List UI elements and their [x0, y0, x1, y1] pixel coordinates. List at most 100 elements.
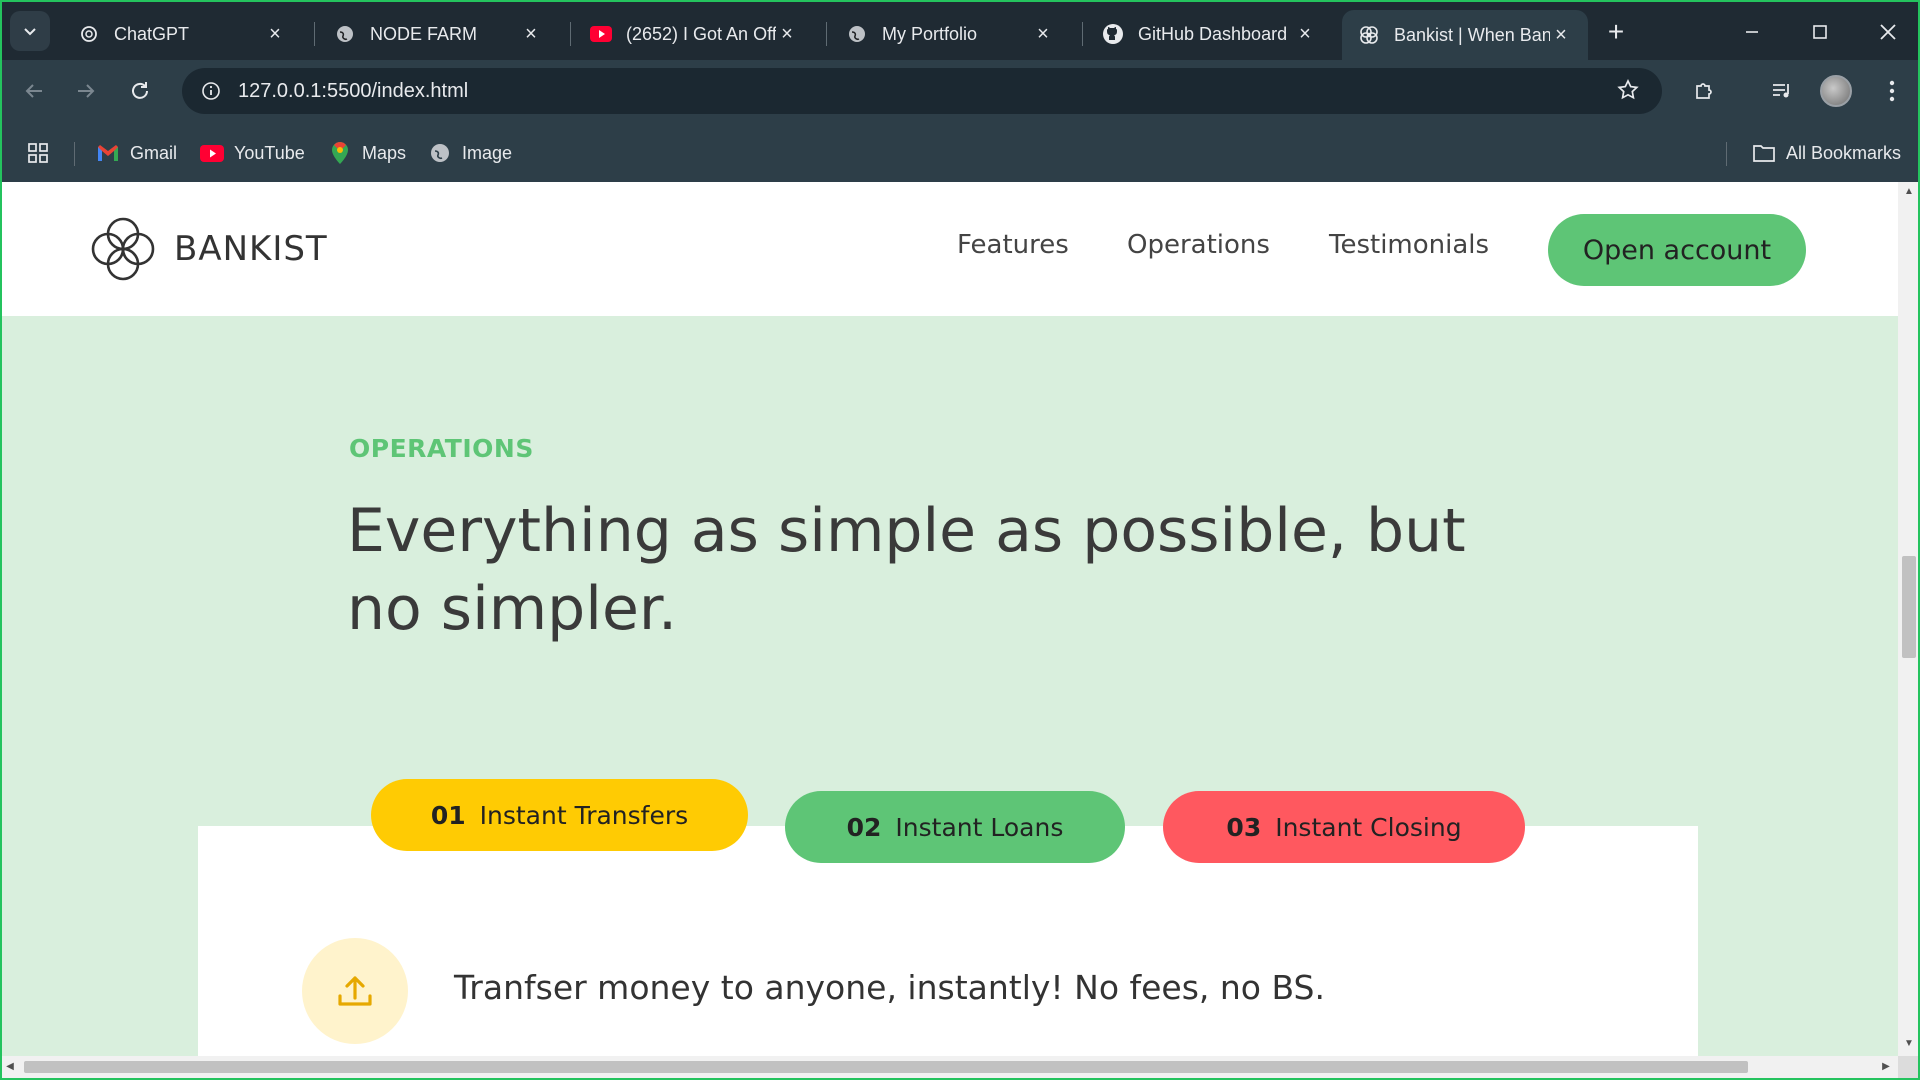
tab-divider	[570, 22, 571, 46]
horizontal-scrollbar[interactable]: ◀ ▶	[0, 1056, 1898, 1078]
section-label: OPERATIONS	[349, 434, 534, 463]
reload-icon	[132, 82, 148, 99]
tab-youtube-video[interactable]: (2652) I Got An Offer ×	[574, 10, 814, 58]
scroll-right-arrow[interactable]: ▶	[1880, 1061, 1892, 1073]
tab-title: NODE FARM	[370, 23, 478, 44]
youtube-icon	[200, 141, 224, 165]
operations-tab-loans[interactable]: 02 Instant Loans	[785, 791, 1125, 863]
operation-icon-circle	[302, 938, 408, 1044]
tab-number: 02	[846, 812, 882, 842]
vertical-scroll-thumb[interactable]	[1902, 556, 1916, 658]
tab-bankist[interactable]: Bankist | When Banking ×	[1342, 10, 1588, 60]
bookmark-label: Maps	[362, 142, 407, 163]
close-icon[interactable]: ×	[520, 23, 542, 45]
operations-tab-transfers[interactable]: 01 Instant Transfers	[371, 779, 748, 851]
scroll-up-arrow[interactable]: ▲	[1903, 186, 1915, 198]
tab-node-farm[interactable]: NODE FARM ×	[318, 10, 558, 58]
close-icon[interactable]: ×	[264, 23, 286, 45]
close-icon[interactable]: ×	[1550, 24, 1572, 46]
playlist-icon	[1773, 84, 1789, 98]
github-icon	[1102, 23, 1124, 45]
tab-my-portfolio[interactable]: My Portfolio ×	[830, 10, 1070, 58]
puzzle-icon	[1696, 83, 1712, 99]
bookmark-label: Image	[462, 142, 513, 163]
nav-link-features[interactable]: Features	[957, 230, 1069, 260]
tab-title: GitHub Dashboard	[1138, 23, 1288, 44]
bookmark-youtube[interactable]: YouTube	[200, 138, 305, 168]
close-icon[interactable]: ×	[1032, 23, 1054, 45]
maximize-icon	[1813, 25, 1827, 39]
operation-heading: Tranfser money to anyone, instantly! No …	[454, 968, 1325, 1007]
window-border	[0, 182, 2, 1080]
tab-label: Instant Closing	[1275, 812, 1462, 842]
profile-avatar[interactable]	[1820, 75, 1852, 107]
folder-icon	[1752, 141, 1776, 165]
globe-icon	[334, 23, 356, 45]
scrollbar-corner	[1898, 1056, 1920, 1078]
site-header: BANKIST Features Operations Testimonials…	[0, 182, 1898, 316]
minimize-button[interactable]	[1728, 12, 1776, 52]
browser-chrome: ChatGPT × NODE FARM × (2652) I Got An Of…	[0, 0, 1920, 184]
url-text[interactable]: 127.0.0.1:5500/index.html	[238, 80, 468, 103]
vertical-scrollbar[interactable]: ▲ ▼	[1898, 182, 1920, 1056]
back-button[interactable]	[16, 73, 52, 109]
youtube-icon	[590, 23, 612, 45]
site-logo[interactable]: BANKIST	[88, 214, 328, 284]
nav-link-testimonials[interactable]: Testimonials	[1329, 230, 1489, 260]
media-controls-button[interactable]	[1764, 73, 1800, 109]
bookmarks-divider	[1726, 142, 1727, 166]
close-window-button[interactable]	[1864, 12, 1912, 52]
logo-text: BANKIST	[174, 229, 328, 269]
bookmark-star-icon[interactable]	[1616, 78, 1640, 107]
tab-chatgpt[interactable]: ChatGPT ×	[62, 10, 302, 58]
more-vertical-icon	[1889, 80, 1895, 102]
tab-title: (2652) I Got An Offer	[626, 23, 776, 44]
browser-toolbar: 127.0.0.1:5500/index.html	[2, 60, 1918, 122]
scroll-left-arrow[interactable]: ◀	[4, 1061, 16, 1073]
globe-icon	[428, 141, 452, 165]
apps-button[interactable]	[26, 138, 50, 168]
bookmark-maps[interactable]: Maps	[328, 138, 406, 168]
extensions-button[interactable]	[1686, 73, 1722, 109]
bookmark-label: YouTube	[234, 142, 305, 163]
arrow-left-icon	[25, 84, 42, 98]
browser-menu-button[interactable]	[1874, 73, 1910, 109]
all-bookmarks-label: All Bookmarks	[1786, 142, 1902, 163]
close-icon[interactable]: ×	[776, 23, 798, 45]
bookmark-label: Gmail	[130, 142, 178, 163]
close-icon[interactable]: ×	[1294, 23, 1316, 45]
tab-number: 03	[1226, 812, 1262, 842]
tab-strip: ChatGPT × NODE FARM × (2652) I Got An Of…	[2, 2, 1918, 60]
all-bookmarks-button[interactable]: All Bookmarks	[1752, 138, 1901, 168]
reload-button[interactable]	[122, 73, 158, 109]
tab-label: Instant Loans	[895, 812, 1064, 842]
tab-label: Instant Transfers	[479, 800, 689, 830]
close-icon	[1880, 24, 1896, 40]
open-account-button[interactable]: Open account	[1548, 214, 1806, 286]
address-bar[interactable]: 127.0.0.1:5500/index.html	[182, 68, 1662, 114]
site-info-icon[interactable]	[196, 76, 226, 106]
bankist-logo-icon	[91, 217, 155, 281]
forward-button[interactable]	[68, 73, 104, 109]
bookmarks-bar: Gmail YouTube Maps Image All Bookmarks	[2, 122, 1918, 184]
page-viewport: BANKIST Features Operations Testimonials…	[0, 182, 1898, 1056]
tab-divider	[1082, 22, 1083, 46]
tab-divider	[826, 22, 827, 46]
chatgpt-icon	[78, 23, 100, 45]
tab-number: 01	[430, 800, 466, 830]
new-tab-button[interactable]: +	[1600, 16, 1632, 48]
tab-title: Bankist | When Banking	[1394, 24, 1550, 45]
bookmark-image[interactable]: Image	[428, 138, 512, 168]
maximize-button[interactable]	[1796, 12, 1844, 52]
scroll-down-arrow[interactable]: ▼	[1903, 1038, 1915, 1050]
section-title: Everything as simple as possible, but no…	[347, 496, 1466, 644]
tab-divider	[314, 22, 315, 46]
horizontal-scroll-thumb[interactable]	[24, 1061, 1748, 1073]
tab-search-button[interactable]	[10, 11, 50, 51]
bookmark-gmail[interactable]: Gmail	[96, 138, 177, 168]
chevron-down-icon	[24, 28, 36, 36]
tab-github-dashboard[interactable]: GitHub Dashboard ×	[1086, 10, 1332, 58]
nav-link-operations[interactable]: Operations	[1127, 230, 1270, 260]
minimize-icon	[1746, 31, 1758, 33]
operations-tab-closing[interactable]: 03 Instant Closing	[1163, 791, 1525, 863]
